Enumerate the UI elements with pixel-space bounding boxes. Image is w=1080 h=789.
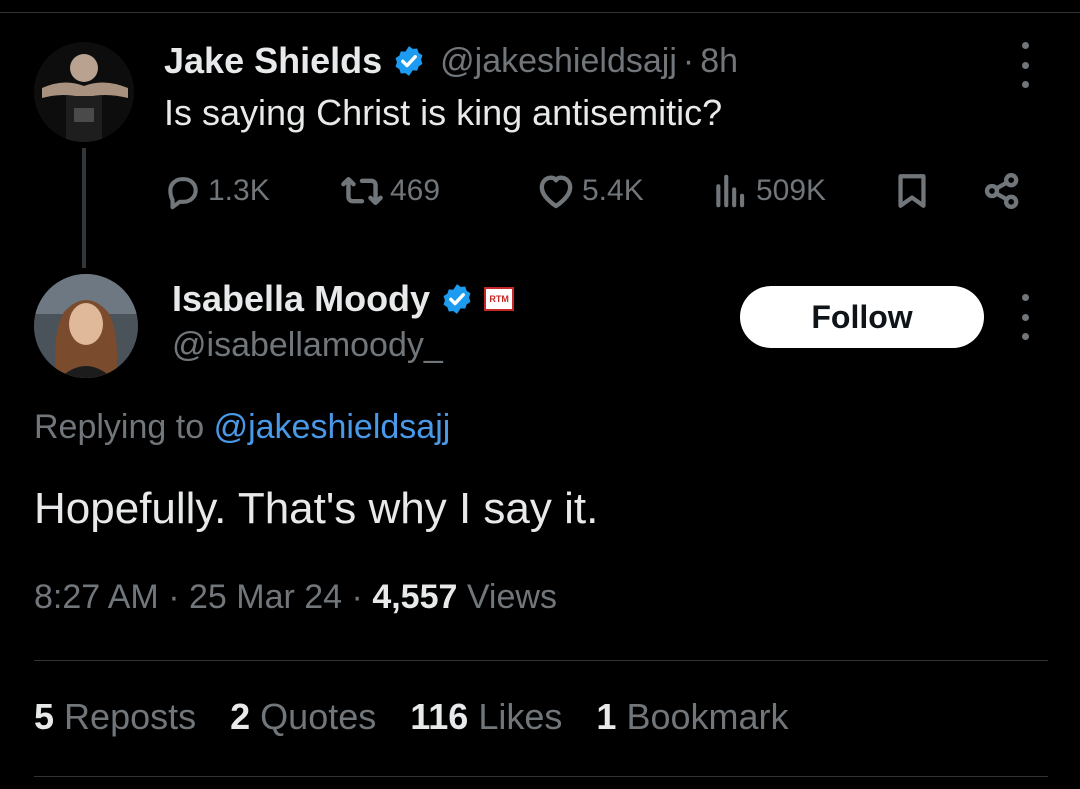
parent-author-handle[interactable]: @jakeshieldsajj — [440, 42, 677, 81]
parent-tweet-text: Is saying Christ is king antisemitic? — [164, 92, 723, 133]
reply-count: 1.3K — [208, 174, 270, 207]
bookmarks-count: 1 — [596, 696, 617, 737]
quotes-count: 2 — [230, 696, 251, 737]
repost-button[interactable]: 469 — [340, 164, 440, 218]
reply-author-handle[interactable]: @isabellamoody_ — [172, 326, 443, 365]
parent-actions-bar: 1.3K 469 5.4K 509K — [164, 164, 1034, 218]
reply-icon — [168, 177, 198, 210]
bookmark-button[interactable] — [894, 164, 930, 218]
more-vertical-icon[interactable] — [1020, 294, 1030, 340]
affiliate-badge-icon[interactable]: RTM — [484, 287, 515, 311]
reposts-count: 5 — [34, 696, 55, 737]
divider — [34, 776, 1048, 777]
thread-connector-line — [82, 148, 86, 268]
top-divider — [0, 12, 1080, 13]
verified-badge-icon — [392, 44, 426, 78]
more-vertical-icon[interactable] — [1020, 42, 1030, 88]
reply-tweet-text: Hopefully. That's why I say it. — [34, 484, 599, 533]
isabella-moody-avatar[interactable] — [34, 274, 138, 378]
repost-count: 469 — [390, 174, 441, 207]
reply-author-name[interactable]: Isabella Moody — [172, 278, 430, 320]
views-button[interactable]: 509K — [712, 164, 826, 218]
likes-stat[interactable]: 116 Likes — [410, 696, 562, 738]
reply-button[interactable]: 1.3K — [164, 164, 270, 218]
bookmarks-label: Bookmark — [626, 696, 789, 737]
jake-shields-avatar[interactable] — [34, 42, 134, 142]
reply-views-count: 4,557 — [372, 578, 458, 616]
reply-meta-row: 8:27 AM · 25 Mar 24 · 4,557 Views — [34, 578, 557, 617]
replying-to-mention-link[interactable]: @jakeshieldsajj — [214, 408, 451, 446]
parent-timestamp[interactable]: 8h — [700, 42, 738, 81]
replying-to-label: Replying to — [34, 408, 205, 446]
share-button[interactable] — [982, 164, 1022, 218]
parent-author-name[interactable]: Jake Shields — [164, 40, 382, 82]
reposts-stat[interactable]: 5 Reposts — [34, 696, 196, 738]
separator-dot: · — [682, 41, 695, 80]
likes-label: Likes — [478, 696, 563, 737]
reply-views-label: Views — [466, 578, 557, 616]
repost-icon — [341, 176, 383, 206]
follow-button[interactable]: Follow — [740, 286, 984, 348]
like-count: 5.4K — [582, 174, 644, 207]
verified-badge-icon — [440, 282, 474, 316]
reply-date[interactable]: 25 Mar 24 — [189, 578, 342, 616]
divider — [34, 660, 1048, 661]
views-chart-icon — [716, 174, 745, 208]
views-count: 509K — [756, 174, 827, 207]
engagement-stats-row: 5 Reposts 2 Quotes 116 Likes 1 Bookmark — [34, 696, 823, 738]
separator-dot: · — [351, 578, 363, 616]
heart-icon — [539, 175, 573, 209]
quotes-label: Quotes — [260, 696, 377, 737]
separator-dot: · — [168, 578, 180, 616]
bookmarks-stat[interactable]: 1 Bookmark — [596, 696, 788, 738]
share-icon — [984, 173, 1019, 209]
bookmark-icon — [898, 174, 926, 208]
parent-tweet-header: Jake Shields @jakeshieldsajj · 8h — [164, 36, 738, 86]
reposts-label: Reposts — [64, 696, 197, 737]
reply-tweet-header: Isabella Moody RTM — [172, 276, 515, 322]
reply-time[interactable]: 8:27 AM — [34, 578, 159, 616]
replying-to-line: Replying to @jakeshieldsajj — [34, 408, 450, 447]
like-button[interactable]: 5.4K — [536, 164, 644, 218]
likes-count: 116 — [410, 696, 469, 737]
quotes-stat[interactable]: 2 Quotes — [230, 696, 376, 738]
